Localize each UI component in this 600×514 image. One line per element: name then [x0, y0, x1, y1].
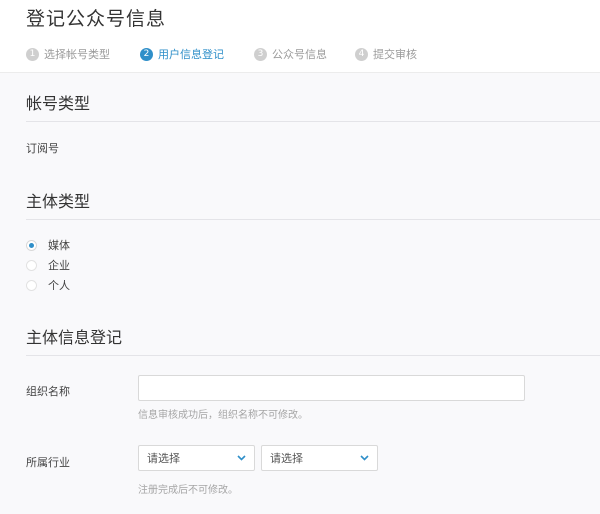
subject-info-heading: 主体信息登记	[26, 328, 123, 347]
page-header: 登记公众号信息 1 选择帐号类型 2 用户信息登记 3 公众号信息 4 提交审核	[0, 0, 600, 72]
step-number: 3	[254, 47, 267, 61]
step-label: 选择帐号类型	[44, 48, 110, 61]
step-label: 提交审核	[373, 48, 417, 61]
industry-primary-select[interactable]: 请选择	[138, 445, 255, 471]
step-number: 4	[355, 47, 368, 61]
step-number: 2	[140, 47, 153, 61]
step-1: 1 选择帐号类型	[26, 46, 110, 62]
page-title: 登记公众号信息	[26, 8, 167, 30]
divider	[26, 121, 600, 122]
step-2: 2 用户信息登记	[140, 46, 224, 62]
radio-option-enterprise[interactable]: 企业	[26, 257, 70, 273]
step-3: 3 公众号信息	[254, 46, 327, 62]
radio-button[interactable]	[26, 239, 37, 251]
radio-label: 企业	[48, 259, 70, 272]
divider	[26, 355, 600, 356]
step-label: 公众号信息	[272, 48, 327, 61]
industry-secondary-select[interactable]: 请选择	[261, 445, 378, 471]
industry-label: 所属行业	[26, 456, 70, 469]
radio-label: 个人	[48, 279, 70, 292]
radio-button[interactable]	[26, 259, 37, 271]
step-number: 1	[26, 47, 39, 61]
subject-type-heading: 主体类型	[26, 192, 91, 211]
org-name-label: 组织名称	[26, 385, 70, 398]
step-4: 4 提交审核	[355, 46, 417, 62]
divider	[26, 219, 600, 220]
radio-label: 媒体	[48, 239, 70, 252]
org-name-input[interactable]	[138, 375, 525, 401]
chevron-down-icon	[237, 455, 246, 461]
radio-option-individual[interactable]: 个人	[26, 277, 70, 293]
step-label: 用户信息登记	[158, 48, 224, 61]
radio-option-media[interactable]: 媒体	[26, 237, 70, 253]
select-value: 请选择	[270, 452, 303, 465]
select-value: 请选择	[147, 452, 180, 465]
account-type-value: 订阅号	[26, 142, 59, 155]
form-panel: 帐号类型 订阅号 主体类型 媒体 企业 个人 主体信息登记 组织名称 信息审核成…	[0, 72, 600, 514]
account-type-heading: 帐号类型	[26, 94, 91, 113]
chevron-down-icon	[360, 455, 369, 461]
radio-button[interactable]	[26, 279, 37, 291]
org-name-hint: 信息审核成功后，组织名称不可修改。	[138, 410, 308, 421]
industry-hint: 注册完成后不可修改。	[138, 485, 238, 496]
